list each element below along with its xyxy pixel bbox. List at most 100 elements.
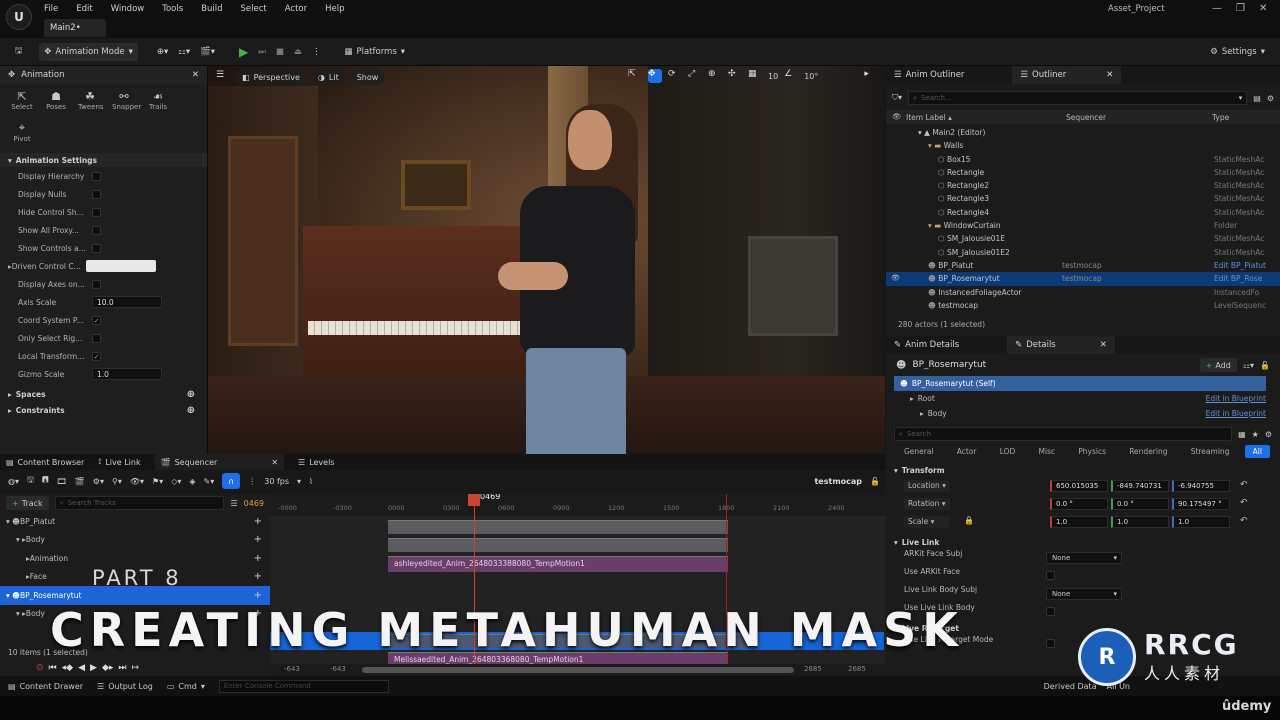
livelink-checkbox[interactable] [1046,607,1055,616]
lock-icon[interactable]: 🔓 [1260,361,1270,370]
component-row[interactable]: ▸ Root Edit in Blueprint [894,391,1266,406]
settings-icon[interactable]: ⚙ [1265,430,1272,439]
outliner-row[interactable]: ☻ BP_Piatut testmocap Edit BP_Piatut [886,259,1280,272]
jump-end-icon[interactable]: ⏭ [118,663,126,673]
play-button[interactable]: ▶ [234,43,253,61]
tab-levels[interactable]: ☰ Levels [298,458,334,467]
details-search-input[interactable]: ⌕ Search [894,427,1233,441]
outliner-row[interactable]: ▾ ▬ WindowCurtain Folder [886,219,1280,232]
platforms-dropdown[interactable]: ▦ Platforms ▾ [339,43,410,61]
color-swatch[interactable] [85,260,156,272]
menu-item-actor[interactable]: Actor [285,4,307,14]
prev-key-icon[interactable]: ◂◆ [62,663,73,673]
outliner-row[interactable]: ☻ testmocap LevelSequenc [886,299,1280,312]
tab-details[interactable]: ✎ Details ✕ [1007,336,1115,354]
add-content-button[interactable]: ⊕▾ [152,43,173,61]
maximize-icon[interactable]: ❐ [1236,3,1245,14]
record-icon[interactable]: ⊙ [36,663,44,673]
reset-icon[interactable]: ↶ [1240,480,1248,490]
retarget-checkbox[interactable] [1046,639,1055,648]
vector-field[interactable]: 1.0 [1172,516,1230,528]
key-icon[interactable]: ⚲▾ [112,477,122,486]
category-tab-all[interactable]: All [1244,444,1270,458]
view-options-icon[interactable]: 👁▾ [130,477,144,486]
animation-clip[interactable]: ashleyedited_Anim_2648033388080_TempMoti… [388,556,728,572]
curve-editor-icon[interactable]: ⌇ [309,477,313,486]
tab-content-browser[interactable]: ▤ Content Browser [6,458,84,467]
tab-outliner[interactable]: ☰ Outliner ✕ [1012,66,1122,84]
menu-item-select[interactable]: Select [241,4,267,14]
component-row[interactable]: ☻ BP_Rosemarytut (Self) [894,376,1266,391]
outliner-row[interactable]: ☻ InstancedFoliageActor InstancedFo [886,286,1280,299]
tool-select[interactable]: ⇱ Select [10,90,34,111]
animation-settings-header[interactable]: ▾ Animation Settings [0,153,207,167]
livelink-checkbox[interactable] [1046,571,1055,580]
add-track-icon[interactable]: + [254,571,262,582]
lock-ratio-icon[interactable]: 🔒 [964,516,974,525]
outliner-row[interactable]: ⬡ Box15 StaticMeshAc [886,153,1280,166]
column-sequencer[interactable]: Sequencer [1066,113,1106,122]
lit-button[interactable]: ◑ Lit [311,69,345,85]
menu-item-window[interactable]: Window [111,4,145,14]
livelink-section[interactable]: ▾ Live Link [886,535,1280,549]
auto-key-icon[interactable]: ⚑▾ [152,477,163,486]
save-as-icon[interactable]: 🖪 [42,474,49,488]
star-icon[interactable]: ★ [1252,430,1259,439]
column-type[interactable]: Type [1212,113,1229,122]
play-icon[interactable]: ▶ [90,663,97,673]
setting-checkbox[interactable]: ✓ [92,351,101,361]
cmd-dropdown[interactable]: ▭ Cmd ▾ [167,682,205,691]
tab-anim-outliner[interactable]: ☰ Anim Outliner [886,66,972,84]
add-track-icon[interactable]: + [254,534,262,545]
next-key-icon[interactable]: ◆▸ [102,663,113,673]
outliner-row[interactable]: ⬡ Rectangle4 StaticMeshAc [886,206,1280,219]
category-tab-actor[interactable]: Actor [949,445,985,458]
select-cursor-icon[interactable]: ⇱ [628,69,642,83]
tool-trails[interactable]: ☙ Trails [146,90,170,111]
outliner-search-input[interactable]: ⌕ Search... ▾ [908,91,1248,105]
world-icon[interactable]: ◍▾ [8,477,19,486]
setting-checkbox[interactable] [92,189,101,199]
vector-field[interactable]: 650.015035 [1050,480,1108,492]
vector-field[interactable]: 1.0 [1050,516,1108,528]
rotate-icon[interactable]: ⟳ [668,69,682,83]
viewport-play-icon[interactable]: ▸ [864,69,878,83]
track-filter-icon[interactable]: ☰ [230,499,237,508]
add-track-icon[interactable]: + [254,553,262,564]
current-frame[interactable]: 0469 [244,499,264,508]
tab-sequencer[interactable]: 🎬 Sequencer ✕ [154,454,285,470]
track-row[interactable]: ▾ ▸ Body + [0,531,270,550]
playhead-handle[interactable] [468,494,480,506]
vector-field[interactable]: 0.0 ° [1111,498,1169,510]
transform-mode-dropdown[interactable]: Location ▾ [904,480,950,492]
category-tab-general[interactable]: General [896,445,942,458]
outliner-type-cell[interactable]: Edit BP_Piatut [1214,261,1266,270]
blueprint-button[interactable]: ⚏▾ [173,43,195,61]
spaces-section[interactable]: ▸ Spaces ⊕ [0,387,207,401]
edit-in-blueprint-link[interactable]: Edit in Blueprint [1206,394,1266,403]
outliner-row[interactable]: ⬡ Rectangle StaticMeshAc [886,166,1280,179]
blueprint-options-icon[interactable]: ⚏▾ [1243,361,1254,370]
outliner-row[interactable]: 👁 ☻ BP_Rosemarytut testmocap Edit BP_Rose [886,272,1280,286]
add-space-icon[interactable]: ⊕ [187,389,195,400]
add-track-icon[interactable]: + [254,516,262,527]
setting-number-field[interactable]: 10.0 [92,296,162,308]
range-end-view[interactable]: 2685 [804,665,822,673]
play-options-button[interactable]: ⋮ [307,43,326,61]
grid-snap-value[interactable]: 10 [768,72,778,81]
eye-icon[interactable]: 👁 [891,274,900,282]
filter-icon[interactable]: ⛉▾ [892,93,902,103]
scrollbar-thumb[interactable] [362,667,794,673]
surface-snap-icon[interactable]: ✣ [728,69,742,83]
add-track-button[interactable]: + Track [6,496,49,510]
hamburger-icon[interactable]: ☰ [216,70,230,84]
stop-button[interactable]: ■ [271,43,289,61]
viewport-layout-icon[interactable]: ▦ [884,69,885,83]
edit-in-blueprint-link[interactable]: Edit in Blueprint [1206,409,1266,418]
setting-checkbox[interactable] [92,243,101,253]
category-tab-lod[interactable]: LOD [992,445,1024,458]
outliner-type-cell[interactable]: Edit BP_Rose [1214,274,1262,283]
close-tab-icon[interactable]: ✕ [192,70,199,80]
kebab-icon[interactable]: ⋮ [248,477,256,486]
vector-field[interactable]: 1.0 [1111,516,1169,528]
